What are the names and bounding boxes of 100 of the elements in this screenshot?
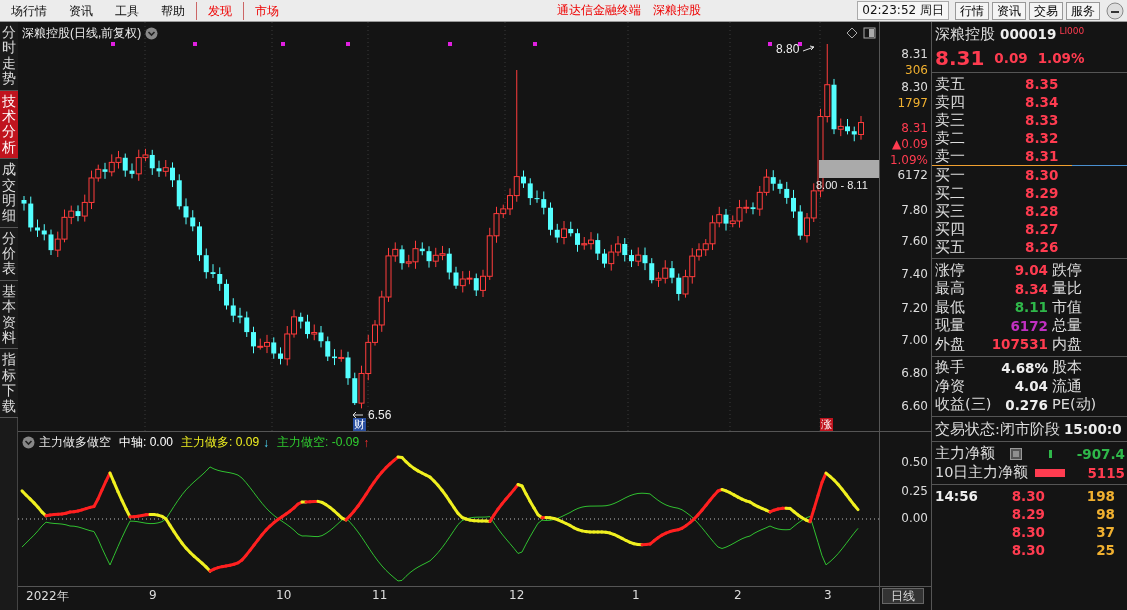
stock-name: 深粮控股 (935, 24, 995, 44)
stat-label: 市值 (1052, 297, 1082, 317)
order-level-label: 卖五 (935, 74, 966, 94)
toolbar-button[interactable]: 资讯 (992, 1, 1026, 20)
dropdown-icon[interactable] (22, 436, 35, 449)
app-title: 深粮控股 (652, 2, 701, 19)
price-change-percent: 1.09% (1037, 50, 1085, 66)
range-label: 8.00 - 8.11 (816, 179, 868, 191)
arrow-icon (803, 45, 816, 53)
stat-value: 4.04 (1013, 378, 1048, 395)
order-price: 8.34 (1025, 94, 1059, 110)
stat-label: 跌停 (1052, 260, 1082, 280)
trade-volume: 25 (1095, 542, 1115, 558)
stat-label: 内盘 (1052, 334, 1082, 354)
stat-label: 外盘 (935, 334, 966, 354)
stat-value: 8.34 (1013, 280, 1048, 297)
stat-label: 量比 (1052, 279, 1082, 299)
order-level-label: 卖一 (935, 146, 966, 166)
price-axis-label: 6.80 (901, 366, 928, 380)
trade-time: 14:56 (935, 488, 979, 504)
order-level-label: 买二 (935, 183, 966, 203)
stat-label: 净资 (935, 376, 966, 396)
current-price: 8.31 (935, 46, 985, 70)
toolbar-button[interactable]: 交易 (1029, 1, 1063, 20)
status-label: 交易状态: (935, 419, 1000, 439)
date-axis-label: 1 (632, 588, 640, 602)
price-axis-label: 6172 (897, 168, 928, 182)
side-tab[interactable]: 分时走势 (0, 22, 18, 91)
order-price: 8.32 (1025, 130, 1059, 146)
trend-arrow: ↓ (263, 435, 270, 450)
event-tag[interactable]: 财 (353, 418, 366, 431)
date-axis-label: 9 (149, 588, 157, 602)
side-tab[interactable]: 基本资料 (0, 280, 18, 350)
stat-label: 最低 (935, 297, 966, 317)
stat-value: 8.11 (1013, 299, 1048, 316)
flow-value: -907.4 (1076, 445, 1125, 462)
date-axis-label: 12 (509, 588, 525, 602)
menu-item[interactable]: 帮助 (150, 1, 196, 20)
trade-volume: 98 (1095, 506, 1115, 522)
price-axis-label: 8.31 (901, 121, 928, 135)
date-axis-label: 3 (824, 588, 832, 602)
trade-price: 8.30 (1010, 488, 1045, 504)
stat-value: 9.04 (1013, 262, 1048, 279)
price-axis-label: 7.20 (901, 301, 928, 315)
event-tag[interactable]: 涨 (820, 418, 833, 431)
indicator-value: 中轴: 0.00 (119, 434, 174, 451)
menu-item[interactable]: 发现 (196, 1, 243, 20)
price-axis-label: 7.00 (901, 333, 928, 347)
indicator-axis-label: 0.25 (901, 484, 928, 498)
order-price: 8.28 (1025, 203, 1059, 219)
order-price: 8.31 (1025, 148, 1059, 164)
status-value: 闭市阶段 (999, 419, 1060, 439)
trade-price: 8.29 (1010, 506, 1045, 522)
side-tab[interactable]: 指标下载 (0, 349, 18, 418)
side-tab[interactable]: 成交明细 (0, 159, 18, 228)
order-level-label: 卖二 (935, 128, 966, 148)
price-axis-label: 1.09% (889, 153, 928, 167)
stat-label: 流通 (1052, 376, 1082, 396)
high-price-label: 8.80 (776, 42, 800, 56)
arrow-icon (352, 411, 364, 419)
menu-item[interactable]: 场行情 (0, 1, 58, 20)
trend-arrow: ↑ (363, 435, 370, 450)
menu-item[interactable]: 市场 (243, 1, 290, 20)
stat-label: 总量 (1052, 316, 1082, 336)
order-level-label: 买四 (935, 219, 966, 239)
date-axis-label: 11 (372, 588, 388, 602)
indicator-name: 主力做多做空 (39, 434, 111, 451)
toolbar-button[interactable]: 服务 (1066, 1, 1100, 20)
toolbar-button[interactable]: 行情 (955, 1, 989, 20)
order-level-label: 卖四 (935, 92, 966, 112)
date-axis-label: 10 (276, 588, 292, 602)
stat-label: 涨停 (935, 260, 966, 280)
stat-value: 6172 (1009, 317, 1048, 334)
side-tab[interactable]: 分价表 (0, 227, 18, 281)
trade-volume: 198 (1085, 488, 1115, 504)
stat-label: 收益(三) (935, 395, 993, 415)
indicator-axis-label: 0.50 (901, 455, 928, 469)
order-level-label: 买一 (935, 165, 966, 185)
order-price: 8.27 (1025, 221, 1059, 237)
order-price: 8.26 (1025, 239, 1059, 255)
panel-controls-icon[interactable] (846, 27, 876, 39)
menu-item[interactable]: 工具 (104, 1, 150, 20)
price-range-bar (819, 160, 879, 178)
list-icon[interactable] (1010, 447, 1022, 460)
period-tab[interactable]: 日线 (882, 588, 924, 604)
price-axis-label: 1797 (897, 96, 928, 110)
minimize-icon[interactable] (1106, 1, 1124, 20)
side-tab[interactable]: 技术分析 (0, 90, 18, 160)
price-change: 0.09 (994, 50, 1028, 66)
price-axis-label: 306 (905, 63, 928, 77)
dropdown-icon[interactable] (145, 27, 159, 40)
indicator-value: 主力做多: 0.09 (181, 434, 260, 451)
menu-item[interactable]: 资讯 (58, 1, 104, 20)
stock-code: 000019 (1000, 26, 1057, 42)
stat-label: 股本 (1052, 358, 1082, 378)
indicator-value: 主力做空: -0.09 (277, 434, 360, 451)
price-axis-label: 7.60 (901, 234, 928, 248)
stat-value: 0.276 (1004, 396, 1048, 413)
flow-label: 主力净额 (935, 444, 996, 463)
order-price: 8.29 (1025, 185, 1059, 201)
